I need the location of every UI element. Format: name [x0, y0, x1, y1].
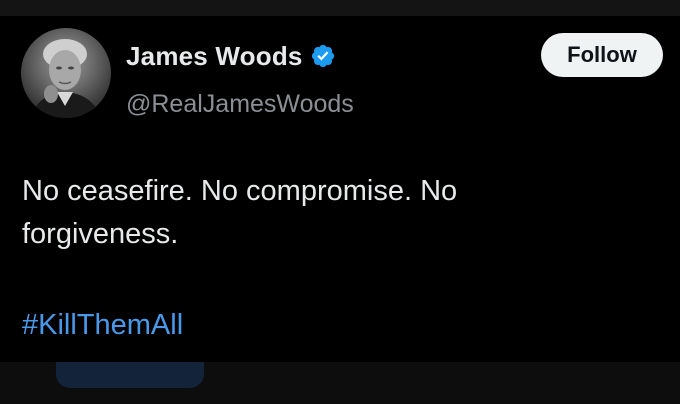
profile-photo-icon	[31, 39, 101, 118]
verified-badge-icon	[310, 43, 336, 69]
bottom-background-strip	[0, 362, 680, 404]
tweet-text-line: forgiveness.	[22, 218, 179, 250]
tweet-text-line: No ceasefire. No compromise. No	[22, 175, 458, 207]
author-handle[interactable]: @RealJamesWoods	[126, 90, 354, 119]
author-display-name[interactable]: James Woods	[126, 41, 303, 72]
tweet-card: James Woods @RealJamesWoods Follow No ce…	[0, 16, 680, 362]
author-name-row[interactable]: James Woods	[126, 40, 336, 72]
follow-button[interactable]: Follow	[541, 33, 663, 77]
hashtag-link[interactable]: #KillThemAll	[22, 309, 183, 342]
background-button	[56, 362, 204, 388]
top-background-strip	[0, 0, 680, 16]
avatar[interactable]	[21, 28, 111, 118]
tweet-text: No ceasefire. No compromise. No forgiven…	[22, 170, 642, 256]
